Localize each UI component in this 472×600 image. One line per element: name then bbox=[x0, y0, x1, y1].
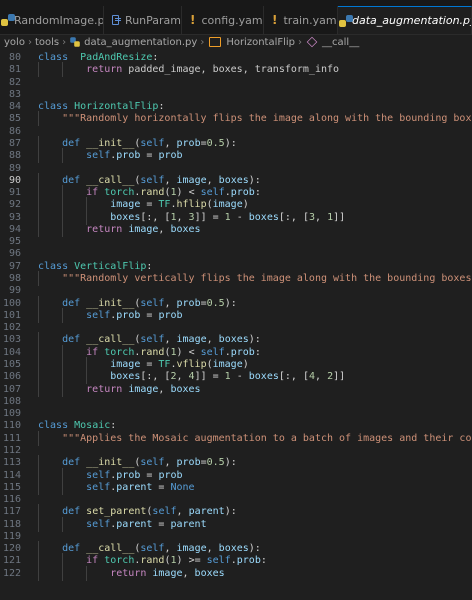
chevron-right-icon: › bbox=[298, 36, 303, 48]
tab-label: RandomImage.py bbox=[14, 13, 104, 27]
tab-label: config.yaml bbox=[201, 13, 264, 27]
tab-runparam[interactable]: RunParam bbox=[104, 6, 182, 34]
code-token: image bbox=[152, 567, 183, 579]
chevron-right-icon: › bbox=[200, 36, 205, 48]
code-editor[interactable]: 80 class PadAndResize: 81 return padded_ima… bbox=[0, 50, 472, 600]
python-file-icon bbox=[70, 37, 80, 47]
line-number: 122 bbox=[2, 567, 21, 579]
method-symbol-icon bbox=[306, 36, 318, 48]
code-token: boxes bbox=[194, 567, 225, 579]
editor-tab-bar: RandomImage.py ● RunParam ! config.yaml … bbox=[0, 6, 472, 35]
code-text: return image, boxes bbox=[110, 566, 224, 581]
tab-label: data_augmentation.py bbox=[352, 14, 472, 27]
breadcrumb-folder-tools[interactable]: tools bbox=[35, 37, 59, 48]
yaml-file-icon: ! bbox=[190, 13, 196, 27]
tab-label: train.yaml bbox=[283, 13, 338, 27]
indent-guide bbox=[62, 565, 64, 581]
tab-label: RunParam bbox=[125, 13, 181, 27]
tab-train-yaml[interactable]: ! train.yaml bbox=[264, 6, 338, 34]
tab-data-augmentation[interactable]: data_augmentation.py × bbox=[338, 6, 472, 34]
breadcrumb-method[interactable]: __call__ bbox=[322, 37, 359, 48]
code-token: , bbox=[182, 567, 195, 579]
breadcrumb: yolo › tools › data_augmentation.py › Ho… bbox=[0, 34, 472, 50]
code-line[interactable]: 122 return image, boxes bbox=[0, 565, 472, 581]
breadcrumb-folder-yolo[interactable]: yolo bbox=[4, 37, 25, 48]
indent-guide bbox=[86, 565, 88, 581]
class-symbol-icon bbox=[209, 37, 222, 47]
tab-randomimage[interactable]: RandomImage.py ● bbox=[0, 6, 104, 34]
breadcrumb-class[interactable]: HorizontalFlip bbox=[226, 37, 295, 48]
run-param-icon bbox=[112, 15, 122, 25]
chevron-right-icon: › bbox=[27, 36, 32, 48]
code-token: return bbox=[110, 567, 147, 579]
yaml-file-icon: ! bbox=[272, 13, 278, 27]
chevron-right-icon: › bbox=[62, 36, 67, 48]
breadcrumb-file[interactable]: data_augmentation.py bbox=[84, 37, 197, 48]
tab-config-yaml[interactable]: ! config.yaml bbox=[182, 6, 264, 34]
indent-guide bbox=[38, 565, 39, 581]
